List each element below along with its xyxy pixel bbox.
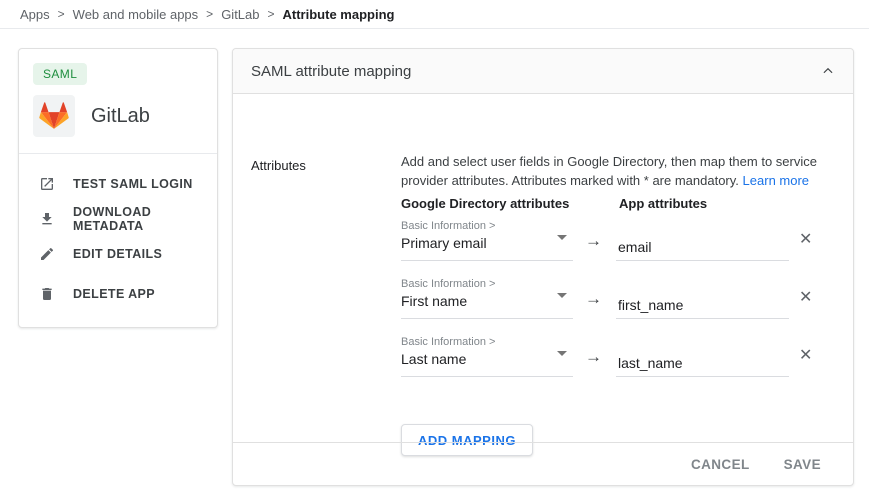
open-in-new-icon — [39, 176, 55, 192]
mapping-row: Basic Information > Primary email → ✕ — [233, 220, 853, 262]
attributes-description: Add and select user fields in Google Dir… — [401, 152, 825, 190]
gitlab-logo-icon — [33, 95, 75, 137]
directory-attribute-select[interactable]: Basic Information > Primary email — [401, 220, 573, 261]
breadcrumb-web-and-mobile-apps[interactable]: Web and mobile apps — [73, 7, 199, 22]
panel-header[interactable]: SAML attribute mapping — [233, 49, 853, 94]
delete-icon — [39, 286, 55, 302]
action-label: DELETE APP — [73, 287, 155, 301]
select-category: Basic Information > — [401, 336, 573, 349]
learn-more-link[interactable]: Learn more — [743, 173, 809, 188]
gitlab-tanuki-icon — [39, 102, 69, 130]
attributes-section-label: Attributes — [251, 158, 306, 173]
dropdown-caret-icon — [557, 293, 567, 298]
dropdown-caret-icon — [557, 235, 567, 240]
saml-attribute-mapping-panel: SAML attribute mapping Attributes Add an… — [232, 48, 854, 486]
app-identity: GitLab — [33, 95, 217, 137]
chevron-up-icon — [821, 64, 835, 78]
action-label: TEST SAML LOGIN — [73, 177, 193, 191]
app-summary-card: SAML GitLab TEST SAML LOGIN — [18, 48, 218, 328]
breadcrumb-apps[interactable]: Apps — [20, 7, 50, 22]
arrow-right-icon: → — [585, 289, 602, 309]
app-name: GitLab — [91, 105, 150, 128]
app-attribute-input[interactable] — [616, 278, 789, 319]
app-attribute-input[interactable] — [616, 336, 789, 377]
remove-mapping-button[interactable]: ✕ — [799, 232, 812, 248]
arrow-right-icon: → — [585, 231, 602, 251]
action-label: DOWNLOAD METADATA — [73, 205, 217, 233]
app-attribute-input[interactable] — [616, 220, 789, 261]
breadcrumb-separator: > — [268, 7, 275, 21]
header-divider — [0, 28, 869, 29]
test-saml-login-button[interactable]: TEST SAML LOGIN — [19, 166, 217, 201]
arrow-right-icon: → — [585, 347, 602, 367]
select-value: Last name — [401, 350, 573, 368]
collapse-panel-button[interactable] — [821, 64, 835, 78]
mapping-row: Basic Information > Last name → ✕ — [233, 336, 853, 378]
app-actions: TEST SAML LOGIN DOWNLOAD METADATA EDIT D… — [19, 154, 217, 311]
breadcrumb-separator: > — [58, 7, 65, 21]
column-header-directory: Google Directory attributes — [401, 196, 569, 211]
attribute-mapping-page: Apps > Web and mobile apps > GitLab > At… — [0, 0, 869, 496]
panel-body: Attributes Add and select user fields in… — [233, 94, 853, 486]
saml-badge: SAML — [33, 63, 87, 85]
save-button[interactable]: SAVE — [776, 449, 829, 480]
breadcrumb-separator: > — [206, 7, 213, 21]
download-icon — [39, 211, 55, 227]
delete-app-button[interactable]: DELETE APP — [19, 276, 217, 311]
panel-footer: CANCEL SAVE — [233, 442, 853, 486]
select-value: Primary email — [401, 234, 573, 252]
mapping-row: Basic Information > First name → ✕ — [233, 278, 853, 320]
breadcrumb-current: Attribute mapping — [283, 7, 395, 22]
directory-attribute-select[interactable]: Basic Information > Last name — [401, 336, 573, 377]
breadcrumb-gitlab[interactable]: GitLab — [221, 7, 259, 22]
directory-attribute-select[interactable]: Basic Information > First name — [401, 278, 573, 319]
column-header-app: App attributes — [619, 196, 707, 211]
select-category: Basic Information > — [401, 220, 573, 233]
select-category: Basic Information > — [401, 278, 573, 291]
dropdown-caret-icon — [557, 351, 567, 356]
remove-mapping-button[interactable]: ✕ — [799, 348, 812, 364]
action-label: EDIT DETAILS — [73, 247, 162, 261]
download-metadata-button[interactable]: DOWNLOAD METADATA — [19, 201, 217, 236]
panel-title: SAML attribute mapping — [251, 63, 411, 80]
cancel-button[interactable]: CANCEL — [683, 449, 758, 480]
remove-mapping-button[interactable]: ✕ — [799, 290, 812, 306]
breadcrumb: Apps > Web and mobile apps > GitLab > At… — [20, 0, 394, 28]
select-value: First name — [401, 292, 573, 310]
edit-details-button[interactable]: EDIT DETAILS — [19, 236, 217, 271]
edit-icon — [39, 246, 55, 262]
